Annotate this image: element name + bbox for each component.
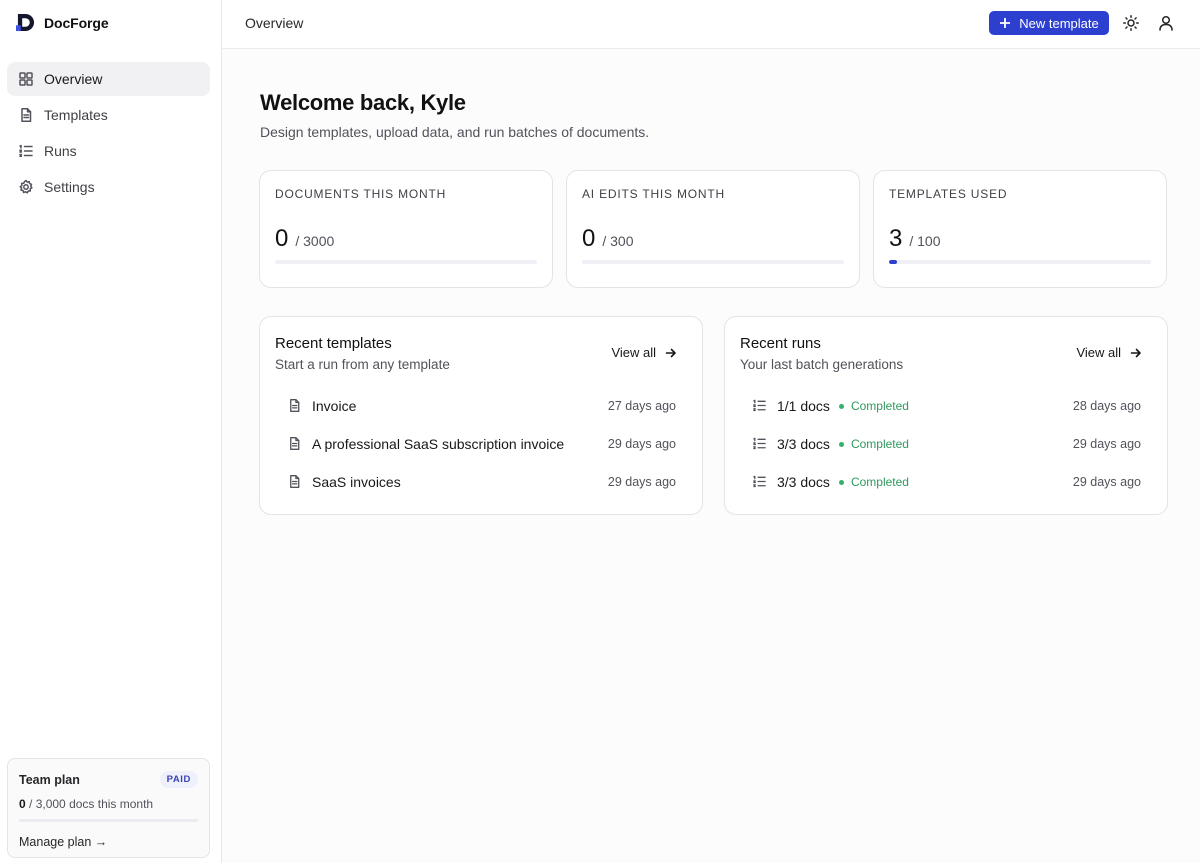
- stat-label: AI EDITS THIS MONTH: [582, 187, 725, 201]
- sidebar-item-runs[interactable]: Runs: [7, 134, 210, 168]
- stat-label: DOCUMENTS THIS MONTH: [275, 187, 447, 201]
- brand-name: DocForge: [44, 14, 109, 31]
- docforge-logo-icon: [16, 13, 35, 32]
- stat-progress-bar: [889, 260, 1151, 264]
- run-time: 29 days ago: [1072, 475, 1141, 489]
- recent-templates-panel: Recent templates Start a run from any te…: [259, 316, 703, 515]
- top-header: Overview New template: [222, 0, 1200, 49]
- plan-name: Team plan: [19, 772, 80, 787]
- run-name: 1/1 docs: [777, 398, 830, 414]
- run-row[interactable]: 3/3 docs Completed 29 days ago: [740, 463, 1141, 501]
- run-time: 28 days ago: [1072, 399, 1141, 413]
- run-name: 3/3 docs: [777, 474, 830, 490]
- gear-icon: [18, 179, 34, 195]
- status-label: Completed: [850, 475, 909, 489]
- view-all-label: View all: [1076, 345, 1121, 360]
- recent-runs-panel: Recent runs Your last batch generations …: [724, 316, 1168, 515]
- template-time: 29 days ago: [607, 475, 676, 489]
- plus-icon: [1000, 18, 1011, 28]
- sidebar-item-settings[interactable]: Settings: [7, 170, 210, 204]
- template-name: Invoice: [312, 398, 357, 414]
- run-row[interactable]: 3/3 docs Completed 29 days ago: [740, 425, 1141, 463]
- stat-progress-bar: [582, 260, 844, 264]
- arrow-right-icon: [665, 348, 676, 357]
- stat-max: / 100: [909, 233, 941, 249]
- view-all-templates-link[interactable]: View all: [611, 345, 677, 360]
- plan-usage-text: / 3,000 docs this month: [29, 797, 154, 811]
- sidebar-item-label: Runs: [44, 143, 77, 159]
- plan-badge: PAID: [159, 771, 198, 788]
- stat-value: 0: [275, 225, 289, 252]
- user-icon: [1159, 15, 1173, 31]
- list-icon: [752, 398, 768, 414]
- plan-card: Team plan PAID 0 / 3,000 docs this month…: [7, 758, 210, 858]
- stat-max: / 3000: [295, 233, 335, 249]
- plan-used-count: 0: [19, 797, 26, 811]
- template-name: SaaS invoices: [312, 474, 401, 490]
- status-badge: Completed: [838, 399, 909, 413]
- panel-subtitle: Start a run from any template: [275, 357, 450, 372]
- user-menu-button[interactable]: [1157, 14, 1175, 32]
- new-template-button[interactable]: New template: [989, 11, 1109, 35]
- new-template-label: New template: [1019, 15, 1099, 31]
- stat-card-ai-edits: AI EDITS THIS MONTH 0 / 300: [566, 170, 860, 288]
- manage-plan-link[interactable]: Manage plan →: [19, 835, 107, 849]
- sidebar: DocForge Overview Templates Runs Setting…: [0, 0, 222, 863]
- arrow-right-icon: [1130, 348, 1141, 357]
- template-time: 29 days ago: [607, 437, 676, 451]
- list-icon: [752, 474, 768, 490]
- panel-title: Recent runs: [740, 335, 821, 352]
- template-name: A professional SaaS subscription invoice: [312, 436, 565, 452]
- stat-value: 0: [582, 225, 596, 252]
- run-name: 3/3 docs: [777, 436, 830, 452]
- welcome-subtitle: Design templates, upload data, and run b…: [260, 124, 650, 140]
- sidebar-nav: Overview Templates Runs Settings: [7, 62, 210, 206]
- view-all-runs-link[interactable]: View all: [1076, 345, 1142, 360]
- template-row[interactable]: SaaS invoices 29 days ago: [275, 463, 676, 501]
- plan-usage: 0 / 3,000 docs this month: [19, 797, 198, 811]
- document-icon: [287, 398, 303, 414]
- grid-icon: [18, 71, 34, 87]
- run-row[interactable]: 1/1 docs Completed 28 days ago: [740, 387, 1141, 425]
- view-all-label: View all: [611, 345, 656, 360]
- sidebar-item-overview[interactable]: Overview: [7, 62, 210, 96]
- template-row[interactable]: Invoice 27 days ago: [275, 387, 676, 425]
- status-badge: Completed: [838, 475, 909, 489]
- plan-usage-bar: [19, 819, 198, 822]
- sidebar-item-label: Settings: [44, 179, 95, 195]
- page-title: Overview: [245, 15, 304, 31]
- panel-title: Recent templates: [275, 335, 392, 352]
- status-label: Completed: [850, 437, 909, 451]
- status-label: Completed: [850, 399, 909, 413]
- welcome-heading: Welcome back, Kyle: [260, 90, 466, 115]
- sun-icon: [1123, 15, 1139, 31]
- list-icon: [752, 436, 768, 452]
- template-time: 27 days ago: [607, 399, 676, 413]
- stat-progress-fill: [889, 260, 897, 264]
- status-dot: [838, 403, 844, 409]
- document-icon: [287, 474, 303, 490]
- stat-max: / 300: [602, 233, 634, 249]
- stat-label: TEMPLATES USED: [889, 187, 1008, 201]
- template-row[interactable]: A professional SaaS subscription invoice…: [275, 425, 676, 463]
- stat-card-documents: DOCUMENTS THIS MONTH 0 / 3000: [259, 170, 553, 288]
- status-dot: [838, 441, 844, 447]
- document-icon: [287, 436, 303, 452]
- stat-progress-bar: [275, 260, 537, 264]
- list-icon: [18, 143, 34, 159]
- document-icon: [18, 107, 34, 123]
- theme-toggle-button[interactable]: [1122, 14, 1140, 32]
- status-badge: Completed: [838, 437, 909, 451]
- sidebar-item-label: Templates: [44, 107, 108, 123]
- stat-card-templates-used: TEMPLATES USED 3 / 100: [873, 170, 1167, 288]
- status-dot: [838, 479, 844, 485]
- stat-value: 3: [889, 225, 903, 252]
- brand[interactable]: DocForge: [16, 13, 109, 32]
- run-time: 29 days ago: [1072, 437, 1141, 451]
- sidebar-item-templates[interactable]: Templates: [7, 98, 210, 132]
- panel-subtitle: Your last batch generations: [740, 357, 904, 372]
- sidebar-item-label: Overview: [44, 71, 103, 87]
